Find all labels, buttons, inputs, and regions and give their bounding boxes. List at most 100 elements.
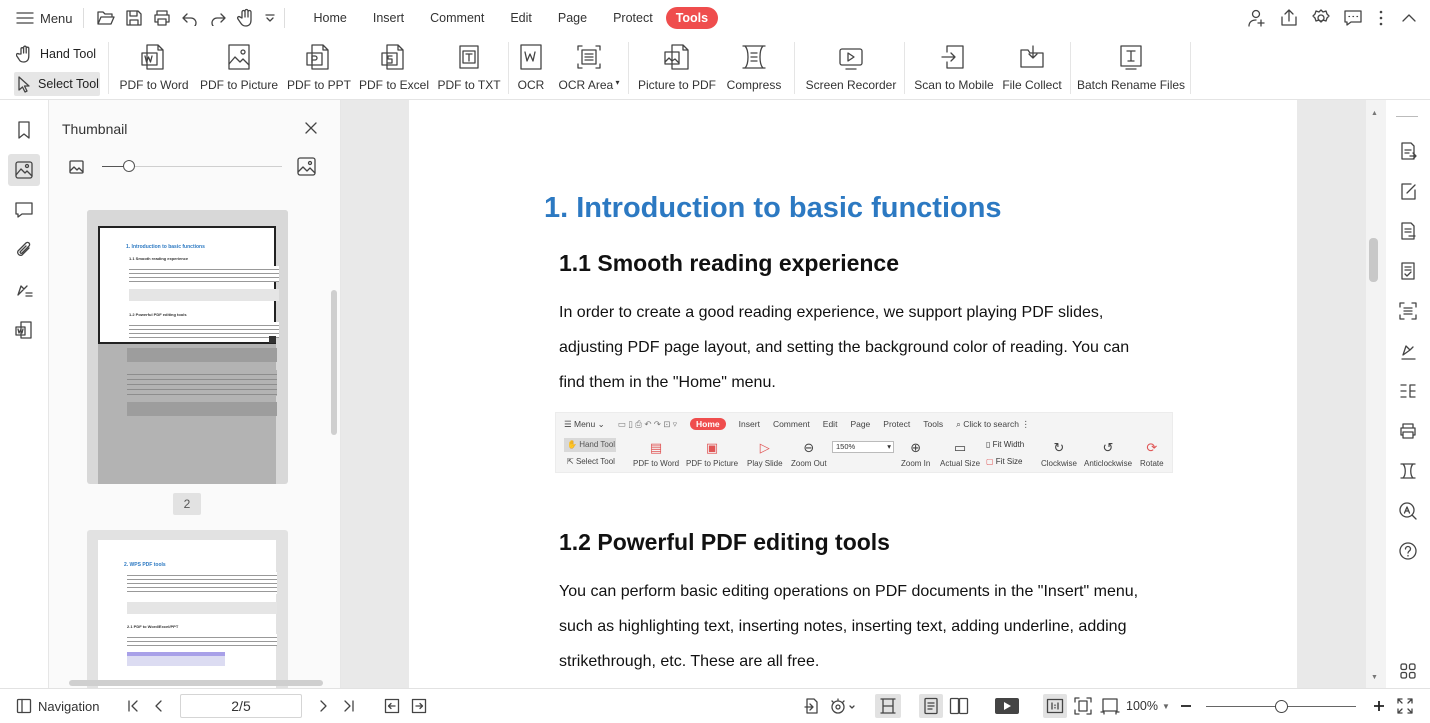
- fullscreen-icon[interactable]: [1393, 694, 1417, 718]
- search-document-icon[interactable]: [1397, 500, 1419, 522]
- play-slide-icon[interactable]: [992, 694, 1022, 718]
- page-thumbnail-2[interactable]: 1. Introduction to basic functions 1.1 S…: [87, 210, 288, 484]
- picture-to-pdf-button[interactable]: Picture to PDF: [637, 36, 717, 92]
- continuous-scroll-icon[interactable]: [875, 694, 901, 718]
- tab-comment[interactable]: Comment: [417, 7, 497, 29]
- hand-tool-button[interactable]: Hand Tool: [14, 42, 108, 66]
- pdf-to-picture-button[interactable]: PDF to Picture: [200, 36, 278, 92]
- page-thumbnail-3[interactable]: 2. WPS PDF tools 2.1 PDF to Word/Excel/P…: [87, 530, 288, 688]
- edit-document-icon[interactable]: [1397, 180, 1419, 202]
- compress-file-icon[interactable]: [1397, 460, 1419, 482]
- previous-page-icon[interactable]: [147, 694, 171, 718]
- more-dropdown-icon[interactable]: [260, 4, 280, 32]
- attachment-icon[interactable]: [8, 234, 40, 266]
- share-icon[interactable]: [1274, 4, 1304, 32]
- thumbnail-scrollbar[interactable]: [331, 290, 337, 435]
- form-fill-icon[interactable]: [1397, 260, 1419, 282]
- zoom-out-icon[interactable]: [1174, 694, 1198, 718]
- comment-icon[interactable]: [8, 194, 40, 226]
- left-sidebar: [0, 100, 49, 688]
- split-columns-icon[interactable]: [1397, 380, 1419, 402]
- document-list-icon[interactable]: [1397, 220, 1419, 242]
- redo-icon[interactable]: [204, 4, 232, 32]
- pen-sign-icon[interactable]: [1397, 340, 1419, 362]
- undo-icon[interactable]: [176, 4, 204, 32]
- apps-grid-icon[interactable]: [1397, 660, 1419, 682]
- file-collect-button[interactable]: File Collect: [1002, 36, 1062, 92]
- menu-bar: Menu Home Insert Comment Edit Page Prote…: [0, 0, 1430, 36]
- tab-tools[interactable]: Tools: [665, 7, 719, 29]
- scroll-down-icon[interactable]: ▼: [1371, 674, 1378, 681]
- ocr-scan-icon[interactable]: [1397, 300, 1419, 322]
- large-image-icon[interactable]: [297, 157, 317, 177]
- ocr-area-button[interactable]: OCR Area ▾: [556, 36, 622, 92]
- scan-to-mobile-button[interactable]: Scan to Mobile: [913, 36, 995, 92]
- document-scrollbar[interactable]: ▲ ▼: [1366, 100, 1386, 688]
- ocr-button[interactable]: OCR: [514, 36, 548, 92]
- save-icon[interactable]: [120, 4, 148, 32]
- signature-icon[interactable]: [8, 274, 40, 306]
- printer-icon[interactable]: [1397, 420, 1419, 442]
- settings-icon[interactable]: [1306, 4, 1336, 32]
- eye-protection-icon[interactable]: [826, 694, 858, 718]
- pdf-to-excel-button[interactable]: PDF to Excel: [359, 36, 429, 92]
- fit-width-icon[interactable]: [1098, 694, 1122, 718]
- thumbnail-horizontal-scrollbar[interactable]: [69, 680, 323, 686]
- pdf-to-ppt-button[interactable]: PDF to PPT: [287, 36, 351, 92]
- zoom-slider[interactable]: [1274, 700, 1288, 713]
- help-icon[interactable]: [1397, 540, 1419, 562]
- extract-icon[interactable]: [800, 694, 824, 718]
- zoom-dropdown[interactable]: 100% ▼: [1126, 689, 1170, 723]
- visible-area-frame[interactable]: 1. Introduction to basic functions 1.1 S…: [98, 226, 279, 344]
- tab-protect[interactable]: Protect: [600, 7, 666, 29]
- bookmark-icon[interactable]: [8, 114, 40, 146]
- batch-rename-files-button[interactable]: Batch Rename Files: [1077, 36, 1185, 92]
- add-user-icon[interactable]: [1242, 4, 1272, 32]
- collapse-ribbon-icon[interactable]: [1394, 4, 1424, 32]
- first-page-icon[interactable]: [121, 694, 145, 718]
- zoom-in-icon[interactable]: [1367, 694, 1391, 718]
- pdf-to-excel-icon: [381, 44, 404, 70]
- tab-insert[interactable]: Insert: [360, 7, 417, 29]
- scroll-up-icon[interactable]: ▲: [1371, 110, 1378, 117]
- tab-home[interactable]: Home: [301, 7, 360, 29]
- thumbnail-zoom-slider[interactable]: [123, 160, 135, 172]
- navigation-button[interactable]: Navigation: [16, 689, 99, 723]
- forward-view-icon[interactable]: [407, 694, 431, 718]
- ocr-area-icon: [577, 45, 601, 69]
- thumbnail-icon[interactable]: [8, 154, 40, 186]
- thumb-page-h1: 1. Introduction to basic functions: [126, 244, 205, 250]
- double-page-icon[interactable]: [946, 694, 972, 718]
- menu-button[interactable]: Menu: [16, 11, 73, 26]
- page-number-input[interactable]: 2/5: [180, 694, 302, 718]
- last-page-icon[interactable]: [337, 694, 361, 718]
- small-image-icon[interactable]: [69, 159, 85, 175]
- tab-edit[interactable]: Edit: [497, 7, 545, 29]
- open-folder-icon[interactable]: [92, 4, 120, 32]
- navigation-panel-icon: [16, 698, 32, 714]
- document-word-icon[interactable]: [8, 314, 40, 346]
- compress-button[interactable]: Compress: [726, 36, 782, 92]
- menu-label: Menu: [40, 10, 73, 26]
- scrollbar-thumb[interactable]: [1369, 238, 1378, 282]
- tab-page[interactable]: Page: [545, 7, 600, 29]
- fit-page-icon[interactable]: [1071, 694, 1095, 718]
- actual-size-icon[interactable]: [1043, 694, 1067, 718]
- close-icon[interactable]: [304, 121, 318, 135]
- resize-handle[interactable]: [269, 336, 276, 343]
- export-document-icon[interactable]: [1397, 140, 1419, 162]
- pdf-to-word-button[interactable]: PDF to Word: [119, 36, 189, 92]
- hand-cursor-icon[interactable]: [232, 4, 260, 32]
- more-vertical-icon[interactable]: [1370, 4, 1392, 32]
- pdf-to-ppt-icon: [306, 44, 329, 70]
- navigation-label: Navigation: [38, 698, 100, 714]
- screen-recorder-button[interactable]: Screen Recorder: [806, 36, 896, 92]
- single-page-icon[interactable]: [919, 694, 943, 718]
- back-view-icon[interactable]: [380, 694, 404, 718]
- section-heading: 1.1 Smooth reading experience: [559, 250, 900, 276]
- pdf-to-txt-button[interactable]: PDF to TXT: [437, 36, 501, 92]
- next-page-icon[interactable]: [311, 694, 335, 718]
- message-icon[interactable]: [1338, 4, 1368, 32]
- select-tool-button[interactable]: Select Tool: [14, 72, 100, 96]
- print-icon[interactable]: [148, 4, 176, 32]
